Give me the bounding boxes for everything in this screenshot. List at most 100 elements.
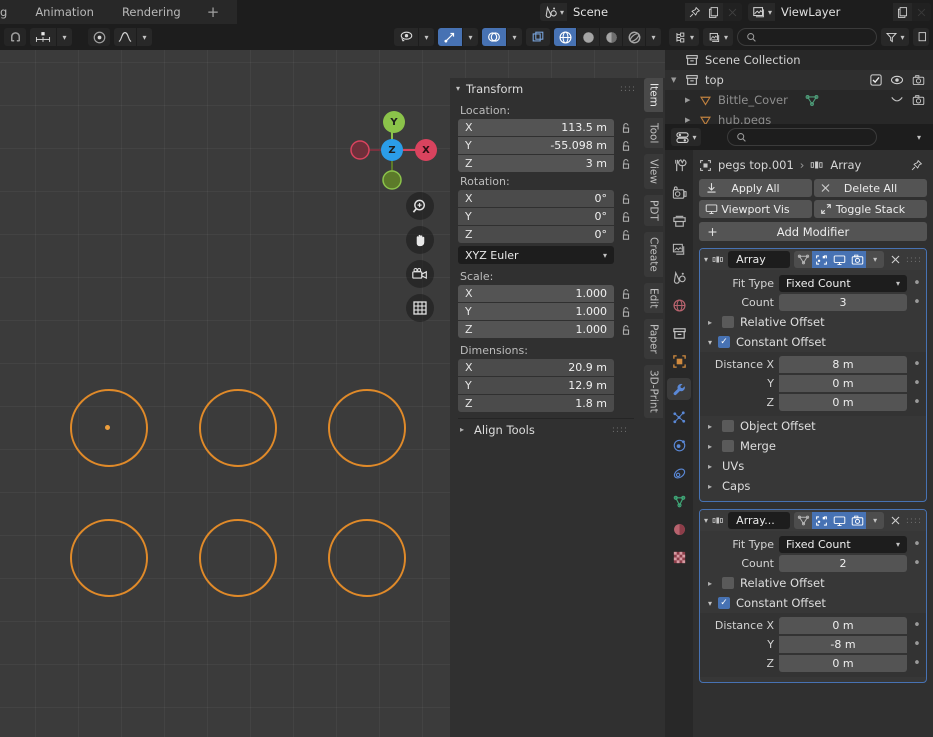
scale-x-field[interactable]: X 1.000 [458, 285, 614, 302]
eye-icon[interactable] [890, 74, 904, 86]
viewport-vis-button[interactable]: Viewport Vis [699, 200, 812, 218]
render-display-toggle[interactable] [848, 512, 867, 529]
sidebar-tab-view[interactable]: View [644, 154, 663, 190]
toggle-ortho-grid-button[interactable] [406, 294, 434, 322]
lock-rotation-x-button[interactable] [618, 191, 634, 207]
distance-y-field[interactable]: -8 m [779, 636, 907, 653]
on-cage-toggle[interactable] [794, 251, 813, 268]
realtime-display-toggle[interactable] [830, 512, 849, 529]
location-z-field[interactable]: Z 3 m [458, 155, 614, 172]
expander-collapsed-icon[interactable]: ▶ [685, 96, 693, 104]
gizmo-axis-x[interactable]: X [415, 139, 437, 161]
snap-magnet-toggle[interactable] [4, 28, 26, 46]
gizmo-toggle[interactable] [438, 28, 462, 46]
checkbox-on-icon[interactable] [870, 74, 882, 86]
mesh-data-icon[interactable] [804, 94, 820, 107]
modifier-remove-button[interactable] [888, 251, 902, 268]
object-offset-header[interactable]: ▸ Object Offset [700, 416, 926, 436]
merge-header[interactable]: ▸ Merge [700, 436, 926, 456]
shading-material-button[interactable] [600, 28, 622, 46]
edit-mode-toggle[interactable] [812, 251, 831, 268]
distance-x-field[interactable]: 8 m [779, 356, 907, 373]
mesh-circle-2[interactable] [199, 389, 277, 467]
sidebar-tab-edit[interactable]: Edit [644, 282, 663, 314]
viewlayer-name-field[interactable]: ViewLayer [775, 3, 893, 21]
gizmo-axis-z[interactable]: Z [381, 139, 403, 161]
count-field[interactable]: 3 [779, 294, 907, 311]
viewlayer-new-button[interactable] [893, 3, 912, 21]
caps-header[interactable]: ▸ Caps [700, 476, 926, 496]
modifier-header[interactable]: ▾ Array... ▾:::: [700, 510, 926, 531]
rotation-mode-dropdown[interactable]: XYZ Euler ▾ [458, 246, 614, 264]
align-tools-panel-header[interactable]: ▸ Align Tools :::: [458, 419, 634, 440]
lock-location-y-button[interactable] [618, 138, 634, 154]
edit-mode-toggle[interactable] [812, 512, 831, 529]
modifier-extras-dropdown[interactable]: ▾ [866, 251, 885, 268]
lock-scale-z-button[interactable] [618, 322, 634, 338]
lock-rotation-y-button[interactable] [618, 209, 634, 225]
scene-pin-button[interactable] [684, 3, 704, 21]
delete-all-button[interactable]: Delete All [814, 179, 927, 197]
relative-offset-header[interactable]: ▸ Relative Offset [700, 573, 926, 593]
mesh-circle-6[interactable] [328, 519, 406, 597]
on-cage-toggle[interactable] [794, 512, 813, 529]
render-display-toggle[interactable] [848, 251, 867, 268]
outliner-new-collection-button[interactable] [913, 28, 929, 46]
modifier-remove-button[interactable] [888, 512, 902, 529]
constant-offset-checkbox[interactable]: ✓ [718, 597, 731, 609]
falloff-dropdown-button[interactable]: ▾ [137, 28, 152, 46]
breadcrumb-object-name[interactable]: pegs top.001 [718, 158, 794, 172]
lock-location-z-button[interactable] [618, 156, 634, 172]
properties-tab-render[interactable] [667, 182, 691, 204]
expander-collapsed-icon[interactable]: ▶ [685, 116, 693, 124]
sidebar-tab-create[interactable]: Create [644, 232, 663, 277]
realtime-display-toggle[interactable] [830, 251, 849, 268]
outliner-row-scene-collection[interactable]: Scene Collection [665, 50, 933, 70]
dimensions-z-field[interactable]: Z 1.8 m [458, 395, 614, 412]
camera-icon[interactable] [912, 74, 925, 87]
shading-rendered-button[interactable] [623, 28, 645, 46]
camera-icon[interactable] [912, 94, 925, 107]
rotation-z-field[interactable]: Z 0° [458, 226, 614, 243]
modifier-curve-icon[interactable] [890, 95, 904, 105]
scene-delete-button[interactable] [722, 3, 742, 21]
grip-dots-icon[interactable]: :::: [620, 84, 636, 94]
outliner-row-top[interactable]: ▼ top [665, 70, 933, 90]
properties-tab-modifiers[interactable] [667, 378, 691, 400]
properties-tab-texture[interactable] [667, 546, 691, 568]
object-offset-checkbox[interactable] [722, 420, 734, 432]
sidebar-tab-paper[interactable]: Paper [644, 319, 663, 360]
properties-tab-output[interactable] [667, 210, 691, 232]
rotation-x-field[interactable]: X 0° [458, 190, 614, 207]
properties-tab-physics[interactable] [667, 434, 691, 456]
workspace-tab-rendering[interactable]: Rendering [107, 0, 195, 24]
shading-wireframe-button[interactable] [554, 28, 576, 46]
shading-solid-button[interactable] [577, 28, 599, 46]
apply-all-button[interactable]: Apply All [699, 179, 812, 197]
sidebar-tab-tool[interactable]: Tool [644, 117, 663, 149]
properties-tab-constraints[interactable] [667, 462, 691, 484]
count-field[interactable]: 2 [779, 555, 907, 572]
properties-pin-button[interactable] [910, 159, 927, 172]
rotation-y-field[interactable]: Y 0° [458, 208, 614, 225]
falloff-curve-button[interactable] [114, 28, 136, 46]
fit-type-dropdown[interactable]: Fixed Count ▾ [779, 536, 907, 553]
animate-property-dot[interactable]: • [912, 377, 922, 390]
animate-property-dot[interactable]: • [912, 277, 922, 290]
scale-y-field[interactable]: Y 1.000 [458, 303, 614, 320]
distance-z-field[interactable]: 0 m [779, 394, 907, 411]
sidebar-tab-3d-print[interactable]: 3D-Print [644, 365, 663, 418]
modifier-name-field[interactable]: Array... [728, 512, 791, 529]
outliner-row-hub-pegs[interactable]: ▶ hub.pegs [665, 110, 933, 124]
location-y-field[interactable]: Y -55.098 m [458, 137, 614, 154]
properties-tab-collection[interactable] [667, 322, 691, 344]
constant-offset-header[interactable]: ▾ ✓ Constant Offset [700, 593, 926, 613]
properties-tab-object[interactable] [667, 350, 691, 372]
gizmo-axis-y[interactable]: Y [383, 111, 405, 133]
grip-dots-icon[interactable]: :::: [906, 255, 922, 265]
animate-property-dot[interactable]: • [912, 296, 922, 309]
lock-location-x-button[interactable] [618, 120, 634, 136]
pan-button[interactable] [406, 226, 434, 254]
add-workspace-button[interactable]: + [194, 0, 232, 24]
modifier-expander-chevron-down-icon[interactable]: ▾ [704, 516, 708, 525]
